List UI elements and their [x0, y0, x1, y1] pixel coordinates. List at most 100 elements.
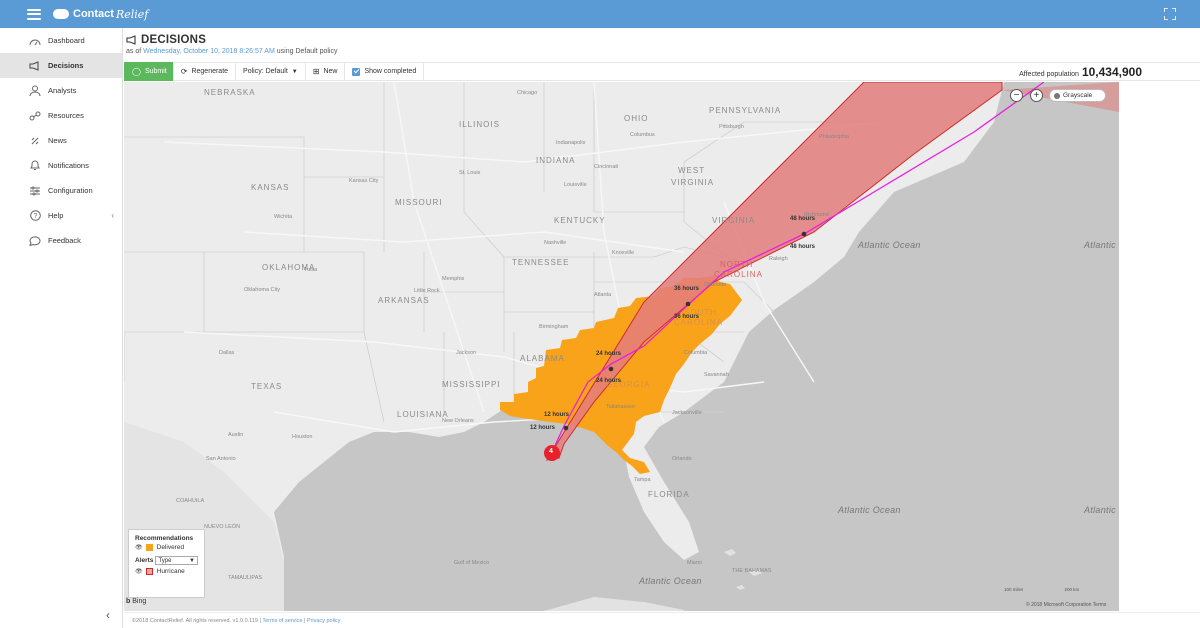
- map-label: PENNSYLVANIA: [709, 106, 782, 115]
- map-canvas[interactable]: NEBRASKA ILLINOIS OHIO PENNSYLVANIA INDI…: [124, 82, 1119, 611]
- map-label: Austin: [228, 432, 244, 438]
- map-label: VIRGINIA: [671, 178, 715, 187]
- forecast-label-48h: 48 hours: [790, 216, 816, 222]
- sidebar: Dashboard Decisions Analysts Resources N…: [0, 28, 123, 628]
- map-label: Houston: [292, 434, 313, 440]
- brand-script: Relief: [115, 7, 149, 21]
- forecast-label-24h: 24 hours: [596, 378, 622, 384]
- map-label: TAMAULIPAS: [228, 575, 263, 581]
- forecast-label-36h: 36 hours: [674, 314, 700, 320]
- privacy-link[interactable]: Privacy policy: [307, 618, 341, 624]
- page-subtitle: as of Wednesday, October 10, 2018 8:26:5…: [126, 48, 337, 55]
- sidebar-item-label: Feedback: [48, 236, 81, 245]
- map-label: KENTUCKY: [554, 216, 606, 225]
- affected-population-value: 10,434,900: [1081, 65, 1142, 79]
- zoom-in-button[interactable]: +: [1030, 89, 1043, 102]
- sidebar-item-dashboard[interactable]: Dashboard: [0, 28, 122, 53]
- submit-button[interactable]: ◯ Submit: [124, 62, 174, 81]
- regenerate-label: Regenerate: [191, 68, 229, 75]
- alert-type-select[interactable]: Type ▼: [155, 556, 198, 565]
- map-label: Knoxville: [612, 250, 635, 256]
- sidebar-item-resources[interactable]: Resources: [0, 103, 122, 128]
- map-label: FLORIDA: [648, 490, 690, 499]
- map-label: Atlanta: [594, 292, 612, 298]
- submit-label: Submit: [144, 68, 167, 75]
- bell-icon: [28, 160, 42, 172]
- map-label: WEST: [678, 166, 706, 175]
- show-completed-checkbox[interactable]: [352, 67, 361, 76]
- toolbar: ◯ Submit ⟳ Regenerate Policy: Default ▼ …: [124, 62, 1200, 81]
- new-button[interactable]: ⊞ New: [306, 62, 346, 81]
- sidebar-item-label: Decisions: [48, 61, 84, 70]
- as-of-suffix: using Default policy: [276, 48, 338, 55]
- sidebar-item-help[interactable]: ? Help ‹: [0, 203, 122, 228]
- sidebar-item-decisions[interactable]: Decisions: [0, 53, 122, 78]
- sidebar-item-feedback[interactable]: Feedback: [0, 228, 122, 253]
- delivered-swatch: [145, 544, 153, 551]
- fullscreen-icon[interactable]: [1164, 8, 1176, 20]
- forecast-label-24h: 24 hours: [596, 351, 622, 357]
- new-document-icon: ⊞: [312, 67, 320, 76]
- footer-copyright: ©2018 ContactRelief. All rights reserved…: [132, 618, 261, 624]
- cloud-icon: [53, 9, 69, 19]
- zoom-out-button[interactable]: −: [1010, 89, 1023, 102]
- map-label: St. Louis: [459, 170, 481, 176]
- map-label: Chicago: [517, 90, 538, 96]
- sidebar-item-label: Analysts: [48, 86, 77, 95]
- map-label: Indianapolis: [556, 140, 586, 146]
- storm-category-marker[interactable]: 4: [549, 448, 553, 455]
- map-label: INDIANA: [536, 156, 576, 165]
- sliders-icon: [28, 185, 42, 197]
- sidebar-item-configuration[interactable]: Configuration: [0, 178, 122, 203]
- regenerate-button[interactable]: ⟳ Regenerate: [174, 62, 237, 81]
- sidebar-item-news[interactable]: News: [0, 128, 122, 153]
- map-label: Columbia: [684, 350, 708, 356]
- new-label: New: [323, 68, 338, 75]
- map-label: Gulf of Mexico: [454, 560, 490, 566]
- forecast-label-12h: 12 hours: [544, 412, 570, 418]
- map-label: Philadelphia: [819, 134, 849, 140]
- bing-logo: b Bing: [126, 598, 146, 605]
- check-circle-icon: ◯: [132, 67, 141, 76]
- forecast-label-12h: 12 hours: [530, 425, 556, 431]
- sidebar-item-label: Notifications: [48, 161, 89, 170]
- map-label: Tampa: [634, 477, 651, 483]
- map-scale: 100 miles 200 km: [1004, 587, 1079, 592]
- chevron-left-icon[interactable]: ‹: [111, 211, 114, 220]
- map-label: ALABAMA: [520, 354, 565, 363]
- bing-label: Bing: [132, 598, 147, 605]
- legend-delivered: Delivered: [156, 544, 185, 551]
- map-label: LOUISIANA: [397, 410, 449, 419]
- collapse-sidebar-button[interactable]: ‹: [106, 608, 110, 622]
- sidebar-item-analysts[interactable]: Analysts: [0, 78, 122, 103]
- sidebar-item-notifications[interactable]: Notifications: [0, 153, 122, 178]
- map-label: Little Rock: [414, 288, 440, 294]
- map-style-select[interactable]: Grayscale: [1049, 89, 1106, 102]
- map-label: NEBRASKA: [204, 88, 256, 97]
- menu-icon[interactable]: [27, 8, 41, 20]
- eye-icon[interactable]: 👁: [135, 544, 143, 551]
- alert-type-label: Type: [158, 557, 172, 564]
- map-label: Birmingham: [539, 324, 569, 330]
- terms-link[interactable]: Terms of service: [262, 618, 302, 624]
- policy-dropdown[interactable]: Policy: Default ▼: [236, 62, 306, 81]
- map-label: CAROLINA: [714, 270, 763, 279]
- footer: ©2018 ContactRelief. All rights reserved…: [124, 612, 1200, 628]
- show-completed-toggle[interactable]: Show completed: [345, 62, 425, 81]
- policy-label: Policy: Default: [243, 68, 288, 75]
- sidebar-item-label: Resources: [48, 111, 84, 120]
- brand-logo[interactable]: Contact Relief: [53, 8, 148, 21]
- eye-icon[interactable]: 👁: [135, 568, 143, 575]
- map-label: Nashville: [544, 240, 567, 246]
- sidebar-item-label: Help: [48, 211, 64, 220]
- map-label: Memphis: [442, 276, 465, 282]
- map-label: Jacksonville: [672, 410, 702, 416]
- sidebar-item-label: Dashboard: [48, 36, 85, 45]
- map-label: Columbus: [630, 132, 655, 138]
- map-label: Tulsa: [304, 267, 318, 273]
- scale-miles: 100 miles: [1004, 587, 1024, 592]
- page-title: DECISIONS: [141, 34, 207, 46]
- brand-name: Contact: [73, 8, 114, 20]
- as-of-prefix: as of: [126, 48, 142, 55]
- map-label: Jackson: [456, 350, 477, 356]
